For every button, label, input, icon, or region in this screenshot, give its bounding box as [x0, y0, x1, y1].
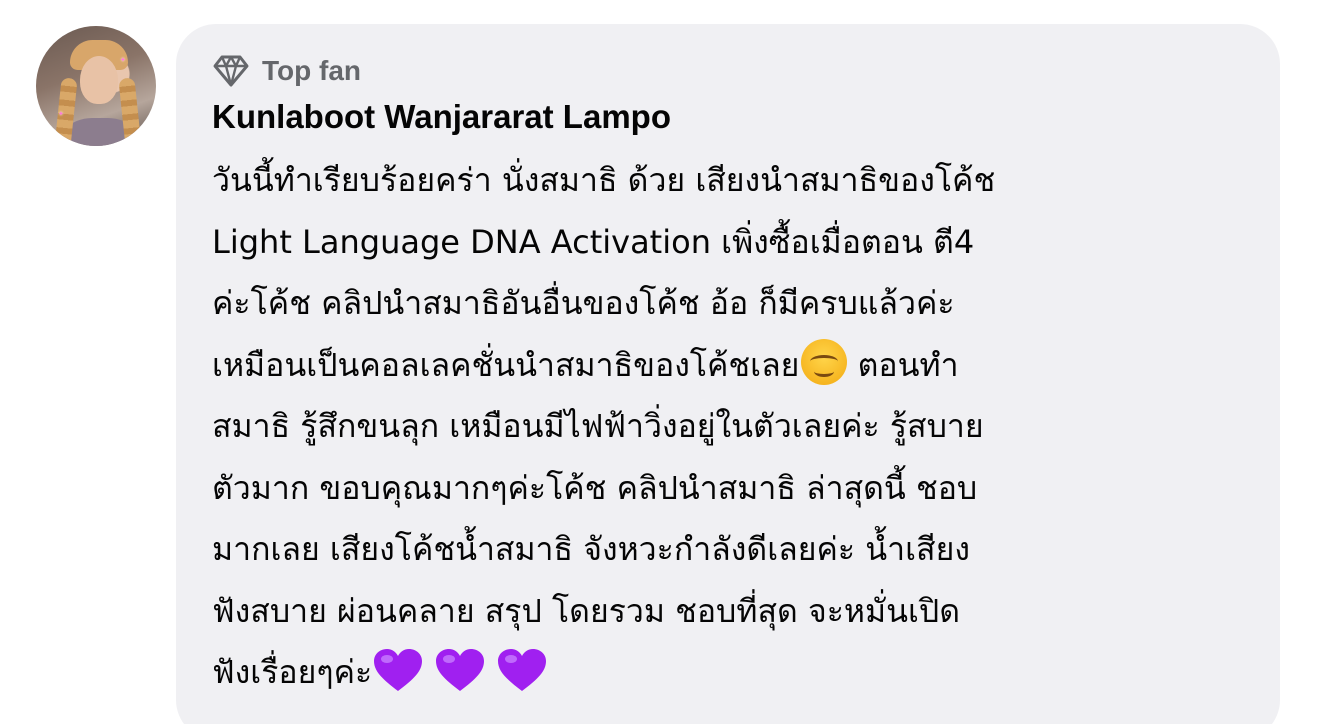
comment-text: วันนี้ทำเรียบร้อยคร่า นั่งสมาธิ ด้วย เสี… [212, 150, 1262, 704]
purple-heart-emoji-icon [374, 649, 423, 691]
comment-author-name[interactable]: Kunlaboot Wanjararat Lampo [212, 98, 671, 136]
comment-line: ฟังสบาย ผ่อนคลาย สรุป โดยรวม ชอบที่สุด จ… [212, 591, 960, 630]
comment-line: สมาธิ รู้สึกขนลุก เหมือนมีไฟฟ้าวิ่งอยู่ใ… [212, 407, 984, 445]
comment-line-text: ฟังเรื่อยๆค่ะ [212, 653, 373, 691]
comment-line: ค่ะโค้ช คลิปนำสมาธิอันอื่นของโค้ช อ้อ ก็… [212, 284, 955, 322]
comment-line: ฟังเรื่อยๆค่ะ [212, 642, 1262, 704]
comment-line-text: ตอนทำ [857, 345, 959, 384]
avatar-sticker-icon: ✦ [58, 110, 64, 118]
smiling-face-emoji-icon [801, 338, 848, 385]
diamond-icon [213, 55, 249, 87]
badge-label: Top fan [262, 55, 362, 86]
purple-heart-emoji-icon [436, 649, 485, 691]
commenter-avatar[interactable]: ✦ ✦ [36, 26, 156, 146]
comment-line: Light Language DNA Activation เพิ่งซื้อเ… [212, 222, 975, 261]
purple-heart-emoji-icon [498, 649, 547, 691]
comment-line-text: เหมือนเป็นคอลเลคชั่นนำสมาธิของโค้ชเลย [212, 345, 800, 384]
comment-line: เหมือนเป็นคอลเลคชั่นนำสมาธิของโค้ชเลย ตอ… [212, 335, 1262, 397]
comment-line: ตัวมาก ขอบคุณมากๆค่ะโค้ช คลิปนำสมาธิ ล่า… [212, 468, 978, 507]
avatar-sticker-icon: ✦ [120, 56, 126, 64]
avatar-face [80, 56, 118, 104]
comment-line: มากเลย เสียงโค้ชน้ำสมาธิ จังหวะกำลังดีเล… [212, 530, 970, 568]
top-fan-badge[interactable]: Top fan [212, 52, 361, 90]
comment-line: วันนี้ทำเรียบร้อยคร่า นั่งสมาธิ ด้วย เสี… [212, 161, 996, 199]
